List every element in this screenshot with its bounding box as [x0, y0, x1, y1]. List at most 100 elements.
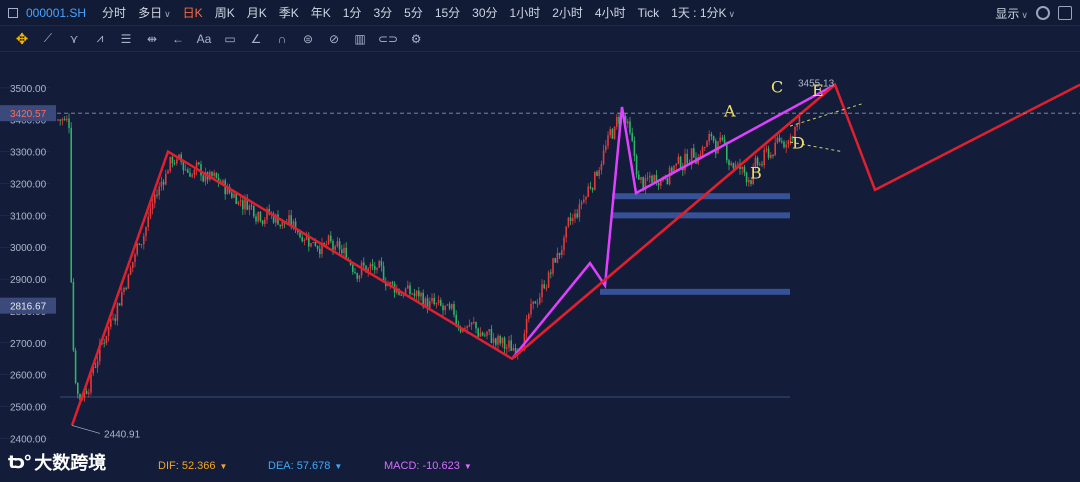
wave-tool-icon[interactable]: ⩘ — [92, 30, 108, 48]
candle-body — [743, 166, 746, 173]
price-chart[interactable]: 2400.002500.002600.002700.002800.002900.… — [0, 52, 1080, 456]
candle-body — [189, 172, 191, 177]
candle-body — [640, 177, 642, 180]
candle-body — [532, 301, 534, 304]
candle-body — [495, 338, 497, 345]
timeframe-tab[interactable]: 1小时 — [504, 4, 547, 21]
timeframe-tab[interactable]: 4小时 — [589, 4, 632, 21]
timeframe-tab[interactable]: Tick — [632, 6, 666, 20]
candle-body — [145, 227, 147, 236]
candle-body — [167, 170, 169, 174]
timeframe-tab[interactable]: 1分 — [337, 4, 368, 21]
measure-tool-icon[interactable]: ⇹ — [144, 30, 160, 48]
y-tick-label: 2400.00 — [10, 434, 47, 445]
candle-body — [693, 148, 695, 158]
timeframe-tab[interactable]: 季K — [273, 4, 305, 21]
candle-body — [281, 221, 284, 227]
magnet-tool-icon[interactable]: ∩ — [274, 30, 290, 48]
timeframe-label: 多日 — [138, 6, 163, 20]
candle-body — [778, 137, 781, 142]
link-tool-icon[interactable]: ⊂⊃ — [378, 30, 398, 48]
candle-body — [770, 154, 772, 158]
candle-body — [596, 171, 598, 176]
timeframe-label: 分时 — [102, 6, 127, 20]
logo-text: 大数跨境 — [34, 453, 107, 473]
candle-body — [303, 239, 306, 242]
candle-body — [215, 172, 218, 178]
candle-body — [781, 141, 783, 143]
candle-body — [376, 267, 378, 270]
candle-body — [193, 169, 196, 175]
timeframe-label: Tick — [637, 5, 660, 20]
candle-body — [785, 144, 787, 148]
candle-body — [149, 209, 152, 217]
hide-tool-icon[interactable]: ⊘ — [326, 30, 342, 48]
candle-body — [765, 148, 768, 150]
candle-body — [242, 200, 244, 210]
candle-body — [453, 304, 455, 315]
timeframe-label: 5分 — [404, 6, 423, 20]
candle-body — [589, 186, 592, 189]
fib-tool-icon[interactable]: ⋎ — [66, 30, 82, 48]
candle-body — [301, 237, 303, 242]
candle-body — [169, 156, 171, 171]
candle-body — [677, 156, 680, 164]
candle-body — [198, 162, 200, 165]
symbol-label[interactable]: 000001.SH — [26, 6, 86, 20]
candle-body — [125, 288, 127, 290]
timeframe-tab[interactable]: 3分 — [367, 4, 398, 21]
candle-body — [446, 304, 449, 306]
timeframe-tab[interactable]: 分时 — [96, 4, 132, 21]
candle-body — [187, 169, 189, 173]
candle-body — [310, 243, 312, 247]
timeframe-tab[interactable]: 多日 ∨ — [132, 4, 177, 21]
low-marker-line — [71, 425, 101, 434]
delete-tool-icon[interactable]: ▥ — [352, 30, 368, 48]
settings-tool-icon[interactable]: ⚙ — [408, 30, 424, 48]
macd-dif-label: DIF: 52.366 ▼ — [158, 460, 227, 472]
timeframe-tab[interactable]: 年K — [305, 4, 337, 21]
y-tick-label: 3100.00 — [10, 211, 47, 222]
candle-body — [202, 175, 204, 182]
crosshair-move-icon[interactable]: ✥ — [14, 30, 30, 48]
timeframe-tab[interactable]: 日K — [177, 4, 209, 21]
display-label: 显示 — [995, 6, 1020, 21]
line-tool-icon[interactable]: ⟋ — [40, 30, 56, 48]
timeframe-tab[interactable]: 2小时 — [546, 4, 589, 21]
timeframe-tab[interactable]: 5分 — [398, 4, 429, 21]
timeframe-tab[interactable]: 周K — [209, 4, 241, 21]
candle-body — [657, 183, 660, 186]
dea-value: DEA: 57.678 — [268, 460, 331, 472]
text-tool-icon[interactable]: Aa — [196, 30, 212, 48]
timeframe-tab[interactable]: 15分 — [429, 4, 466, 21]
triangle-down-icon: ▼ — [463, 462, 472, 471]
chevron-down-icon: ∨ — [164, 9, 171, 19]
candle-body — [162, 181, 165, 185]
candle-body — [539, 297, 541, 304]
channel-tool-icon[interactable]: ☰ — [118, 30, 134, 48]
brush-tool-icon[interactable]: ∠ — [248, 30, 264, 48]
candle-body — [85, 391, 88, 394]
gear-icon[interactable] — [1036, 6, 1050, 20]
candle-body — [369, 264, 372, 269]
candle-body — [182, 161, 185, 171]
lock-tool-icon[interactable]: ⊜ — [300, 30, 316, 48]
candle-body — [706, 141, 708, 148]
candle-body — [356, 273, 358, 279]
timeframe-tab[interactable]: 30分 — [466, 4, 503, 21]
sidebar-toggle-icon[interactable] — [8, 7, 18, 18]
display-button[interactable]: 显示 ∨ — [995, 5, 1028, 22]
candle-body — [583, 199, 585, 203]
candle-body — [380, 261, 383, 267]
candle-body — [191, 174, 193, 177]
timeframe-tab[interactable]: 1天 : 1分K ∨ — [665, 4, 741, 21]
fullscreen-icon[interactable] — [1058, 6, 1072, 20]
candle-body — [420, 292, 422, 297]
arrow-tool-icon[interactable]: ← — [170, 30, 186, 48]
candle-body — [138, 243, 141, 245]
timeframe-tab[interactable]: 月K — [241, 4, 273, 21]
candle-body — [88, 392, 90, 394]
timeframe-label: 3分 — [373, 6, 393, 20]
candle-body — [442, 305, 444, 311]
note-tool-icon[interactable]: ▭ — [222, 30, 238, 48]
